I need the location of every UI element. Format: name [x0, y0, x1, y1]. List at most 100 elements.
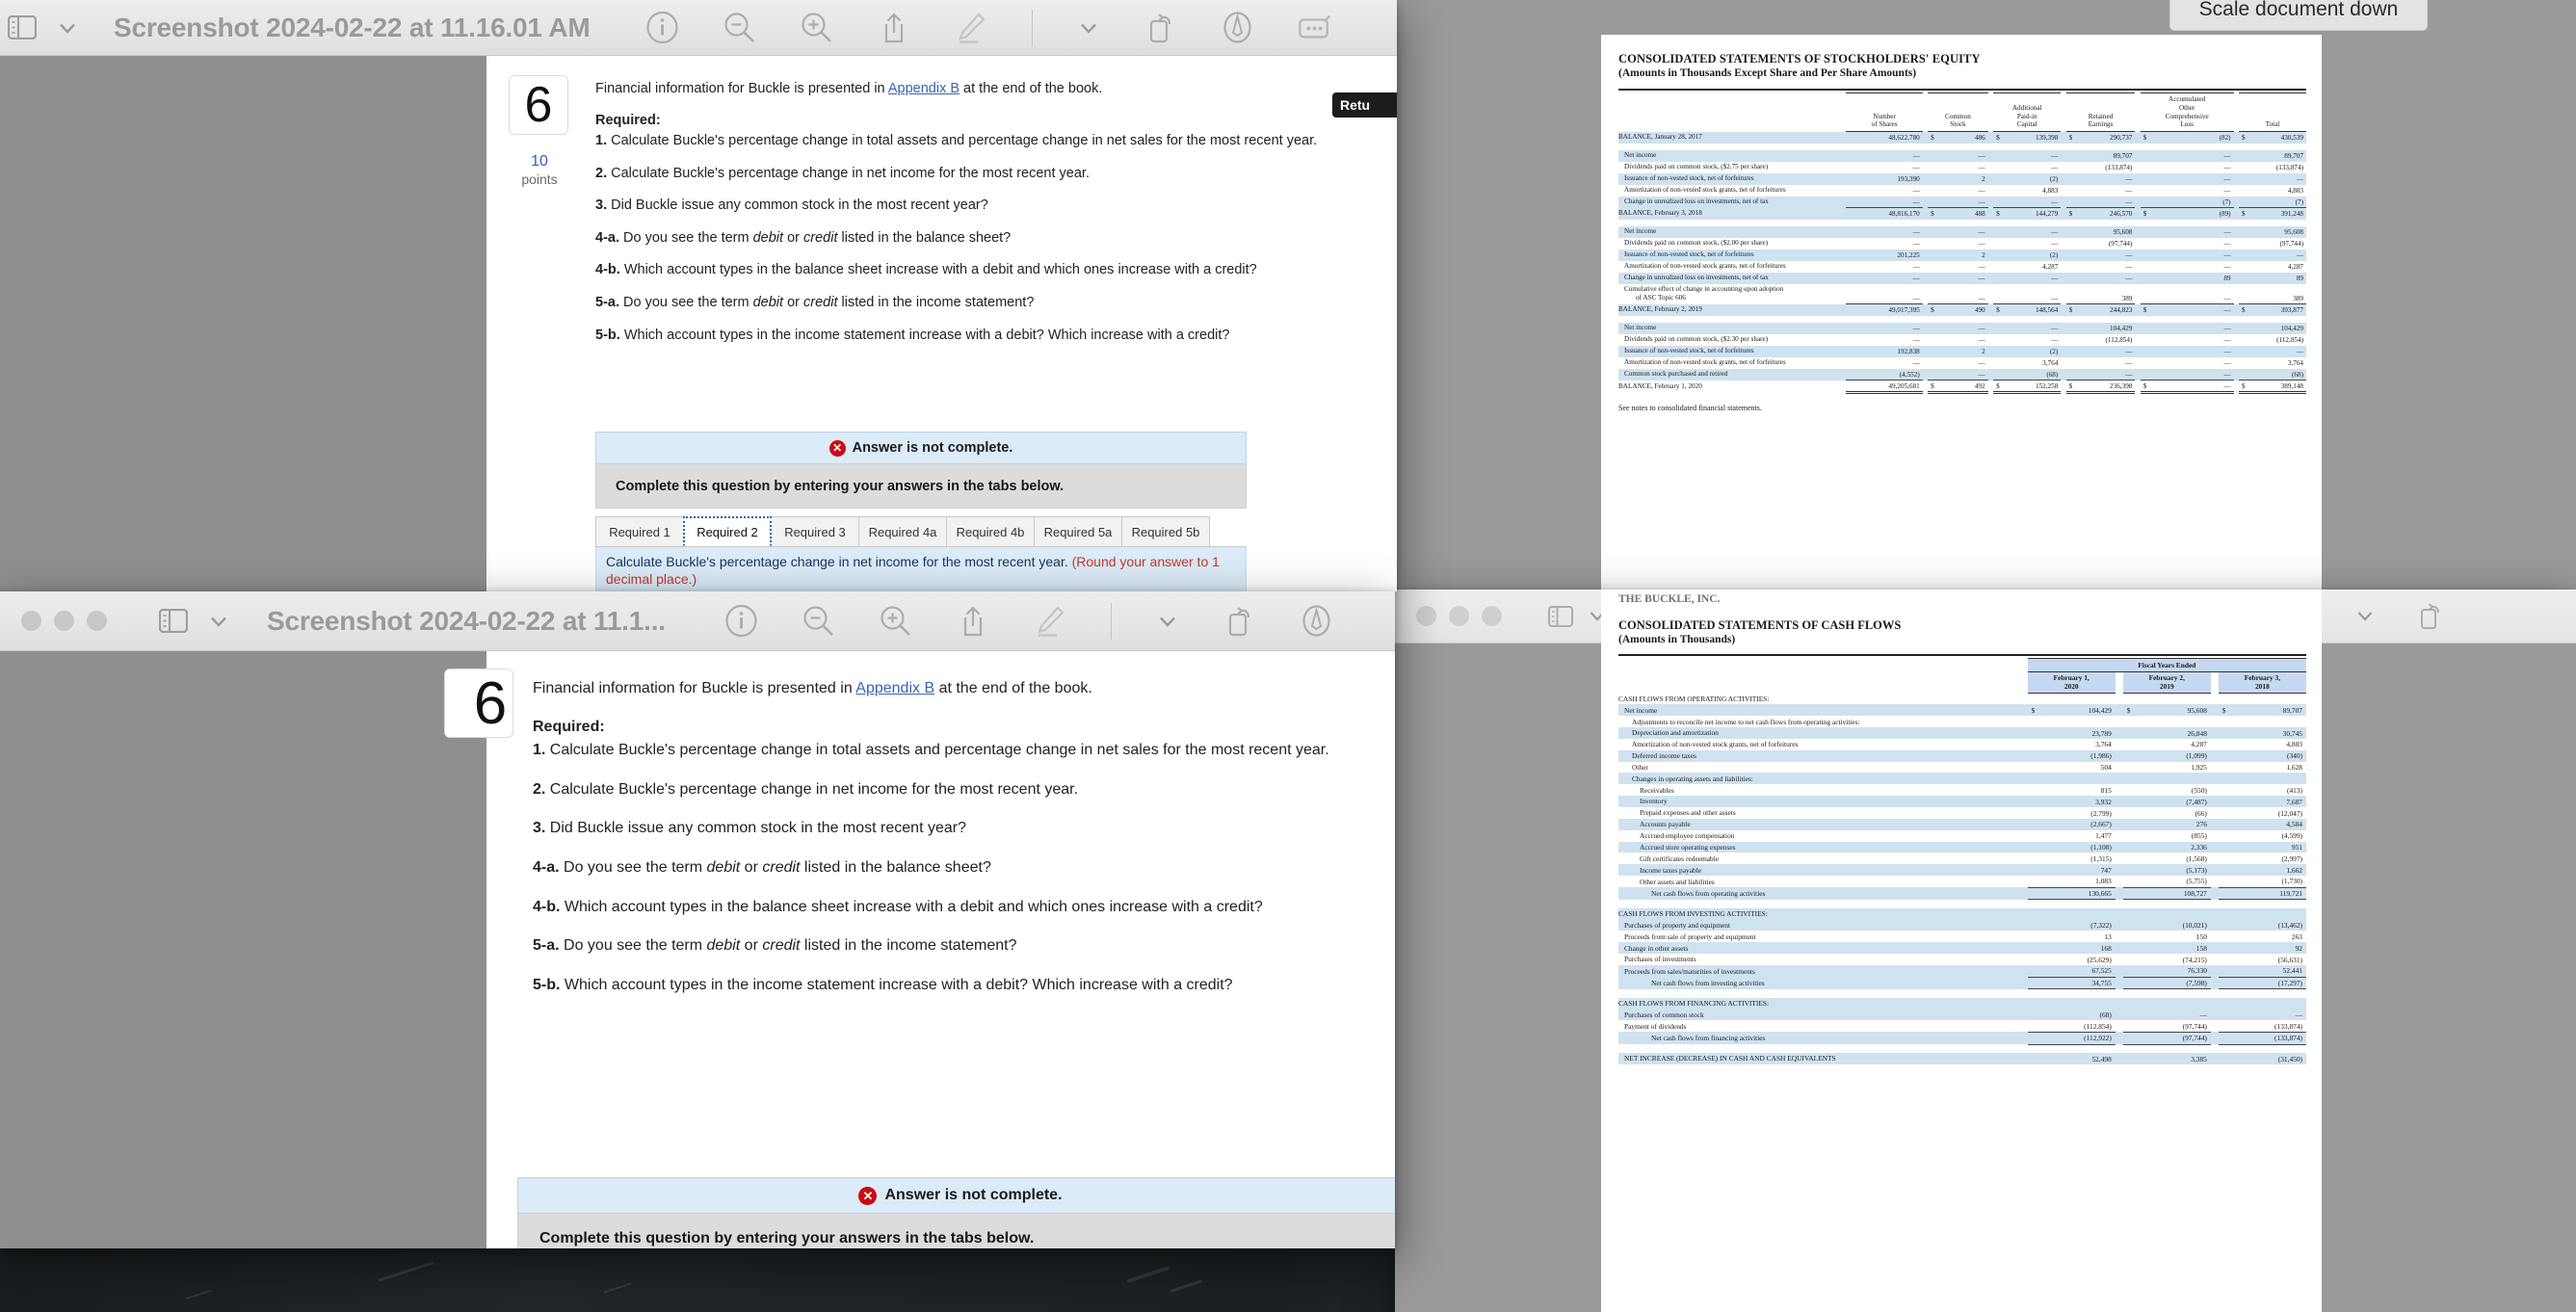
- titlebar-front-left[interactable]: Screenshot 2024-02-22 at 11.1...: [0, 591, 1395, 651]
- se-cell-value: 48,816,170: [1888, 210, 1920, 219]
- zoom-in-icon[interactable]: [801, 12, 833, 44]
- titlebar-back-left[interactable]: Screenshot 2024-02-22 at 11.16.01 AM: [0, 0, 1397, 56]
- se-dollar-sign: $: [2142, 381, 2147, 390]
- cf-cell: 1,925: [2123, 762, 2211, 774]
- chevron-down-icon[interactable]: [2354, 606, 2376, 627]
- stockholders-equity-document: CONSOLIDATED STATEMENTS OF STOCKHOLDERS'…: [1601, 35, 2322, 595]
- cf-section-heading-row: CASH FLOWS FROM FINANCING ACTIVITIES:: [1618, 997, 2306, 1010]
- traffic-lights[interactable]: [1416, 606, 1502, 626]
- window-front-left[interactable]: Screenshot 2024-02-22 at 11.1... 6 Finan…: [0, 591, 1395, 1248]
- se-cell-value: 244,823: [2110, 306, 2133, 315]
- required-item-text: Which account types in the income statem…: [564, 976, 1233, 993]
- close-button[interactable]: [1416, 606, 1436, 626]
- cf-cell-value: 158: [2195, 943, 2207, 953]
- se-column-header: Additional Paid-in Capital: [1993, 92, 2062, 133]
- cf-cell-value: (7,322): [2090, 921, 2112, 931]
- tab-required-4b[interactable]: Required 4b: [946, 516, 1035, 546]
- cf-table-mount: Fiscal Years Ended February 1, 2020 Februar…: [1618, 658, 2306, 1064]
- se-cell-value: —: [1978, 263, 1985, 272]
- cf-cell-value: (74,215): [2182, 955, 2207, 964]
- toolbar-back-left[interactable]: [646, 9, 1331, 46]
- cf-cell: 52,441: [2218, 964, 2306, 978]
- tab-required-2[interactable]: Required 2: [683, 516, 772, 546]
- cf-cell-value: 504: [2100, 763, 2112, 773]
- cf-row-label: Net income: [1618, 704, 2028, 717]
- rotate-icon[interactable]: [2416, 602, 2445, 631]
- close-button[interactable]: [21, 611, 41, 631]
- se-cell-value: —: [1978, 275, 1985, 283]
- appendix-b-link[interactable]: Appendix B: [855, 680, 934, 696]
- tabs-back-left[interactable]: Required 1 Required 2 Required 3 Required 4…: [595, 516, 1247, 547]
- se-cell: —: [2141, 185, 2234, 197]
- se-cell: —: [1928, 368, 1988, 381]
- se-data-row: Amortization of non-vested stock grants,…: [1618, 185, 2306, 197]
- cf-cell-gap: [2210, 749, 2219, 762]
- se-row-label: BALANCE, January 28, 2017: [1618, 131, 1847, 144]
- chevron-down-icon[interactable]: [207, 610, 230, 633]
- tab-required-3[interactable]: Required 3: [771, 516, 859, 546]
- tab-required-4a[interactable]: Required 4a: [858, 516, 947, 546]
- required-item-text: listed in the income statement?: [800, 937, 1017, 955]
- se-cell-value: —: [2125, 175, 2133, 184]
- markup-icon[interactable]: [955, 12, 987, 44]
- window-front-right[interactable]: Screenshot 2024-02-2...: [1395, 590, 2576, 1312]
- se-data-row: Net income — — — 104,429 — 104,429: [1618, 322, 2306, 334]
- se-row-label: Dividends paid on common stock, ($2.00 p…: [1624, 239, 1769, 248]
- appendix-b-link[interactable]: Appendix B: [888, 81, 959, 96]
- cf-cell: 119,721: [2218, 887, 2306, 901]
- se-column-header-line: of Shares: [1871, 120, 1898, 129]
- se-cell-value: 430,539: [2280, 134, 2303, 143]
- chevron-down-icon[interactable]: [1156, 610, 1179, 633]
- annotate-icon[interactable]: [1222, 12, 1254, 44]
- se-cell: —: [1928, 261, 1988, 273]
- cf-row-label: Depreciation and amortization: [1618, 727, 2028, 739]
- window-back-left[interactable]: Screenshot 2024-02-22 at 11.16.01 AM 6 1…: [0, 0, 1397, 591]
- tooltip-scale-document-down: Scale document down: [2169, 0, 2428, 31]
- info-icon[interactable]: [646, 12, 679, 44]
- se-cell: $389,148: [2238, 380, 2306, 395]
- se-cell-value: 89: [2223, 275, 2231, 283]
- rotate-icon[interactable]: [1223, 605, 1256, 638]
- cf-data-row: Purchases of property and equipment (7,32…: [1618, 919, 2306, 932]
- more-icon[interactable]: [1298, 12, 1331, 44]
- tab-required-5a[interactable]: Required 5a: [1034, 516, 1122, 546]
- annotate-icon[interactable]: [1301, 605, 1333, 638]
- question-body-back-left: Financial information for Buckle is pres…: [595, 80, 1356, 358]
- cf-cell-value: (550): [2191, 785, 2207, 795]
- maximize-button[interactable]: [1482, 606, 1502, 626]
- sidebar-icon[interactable]: [157, 605, 190, 638]
- tab-required-1[interactable]: Required 1: [595, 516, 684, 546]
- cf-cell: 951: [2218, 841, 2306, 853]
- cf-cell: (1,315): [2028, 853, 2116, 864]
- tab-required-5b[interactable]: Required 5b: [1121, 516, 1210, 546]
- share-icon[interactable]: [878, 12, 910, 44]
- maximize-button[interactable]: [87, 611, 107, 631]
- markup-icon[interactable]: [1034, 605, 1066, 638]
- chevron-down-icon[interactable]: [56, 16, 79, 39]
- se-cell-value: —: [1978, 359, 1985, 368]
- minimize-button[interactable]: [1449, 606, 1469, 626]
- cf-cell-gap: [2115, 997, 2123, 1010]
- cf-data-row: Deferred income taxes (1,986) (1,099) (340): [1618, 749, 2306, 762]
- sidebar-icon[interactable]: [1546, 602, 1575, 631]
- zoom-out-icon[interactable]: [802, 605, 835, 638]
- rotate-icon[interactable]: [1144, 12, 1177, 44]
- toolbar-front-left[interactable]: [725, 602, 1333, 640]
- minimize-button[interactable]: [54, 611, 74, 631]
- cf-cell-value: 1,662: [2286, 865, 2302, 875]
- se-cell: $246,570: [2065, 207, 2136, 220]
- zoom-out-icon[interactable]: [723, 12, 756, 44]
- se-cell: —: [1928, 162, 1988, 173]
- cf-title: CONSOLIDATED STATEMENTS OF CASH FLOWS: [1618, 618, 1902, 632]
- sidebar-icon[interactable]: [6, 12, 39, 44]
- se-cell-value: —: [1912, 325, 1920, 333]
- cf-cell-value: (112,854): [2084, 1021, 2112, 1031]
- traffic-lights[interactable]: [21, 611, 107, 631]
- se-cell: 4,883: [2239, 185, 2306, 197]
- info-icon[interactable]: [725, 605, 758, 638]
- zoom-in-icon[interactable]: [880, 605, 912, 638]
- chevron-down-icon[interactable]: [1077, 16, 1100, 39]
- share-icon[interactable]: [957, 605, 989, 638]
- cf-cell: (4,599): [2219, 830, 2306, 842]
- window-back-right[interactable]: CONSOLIDATED STATEMENTS OF STOCKHOLDERS'…: [1395, 0, 2576, 595]
